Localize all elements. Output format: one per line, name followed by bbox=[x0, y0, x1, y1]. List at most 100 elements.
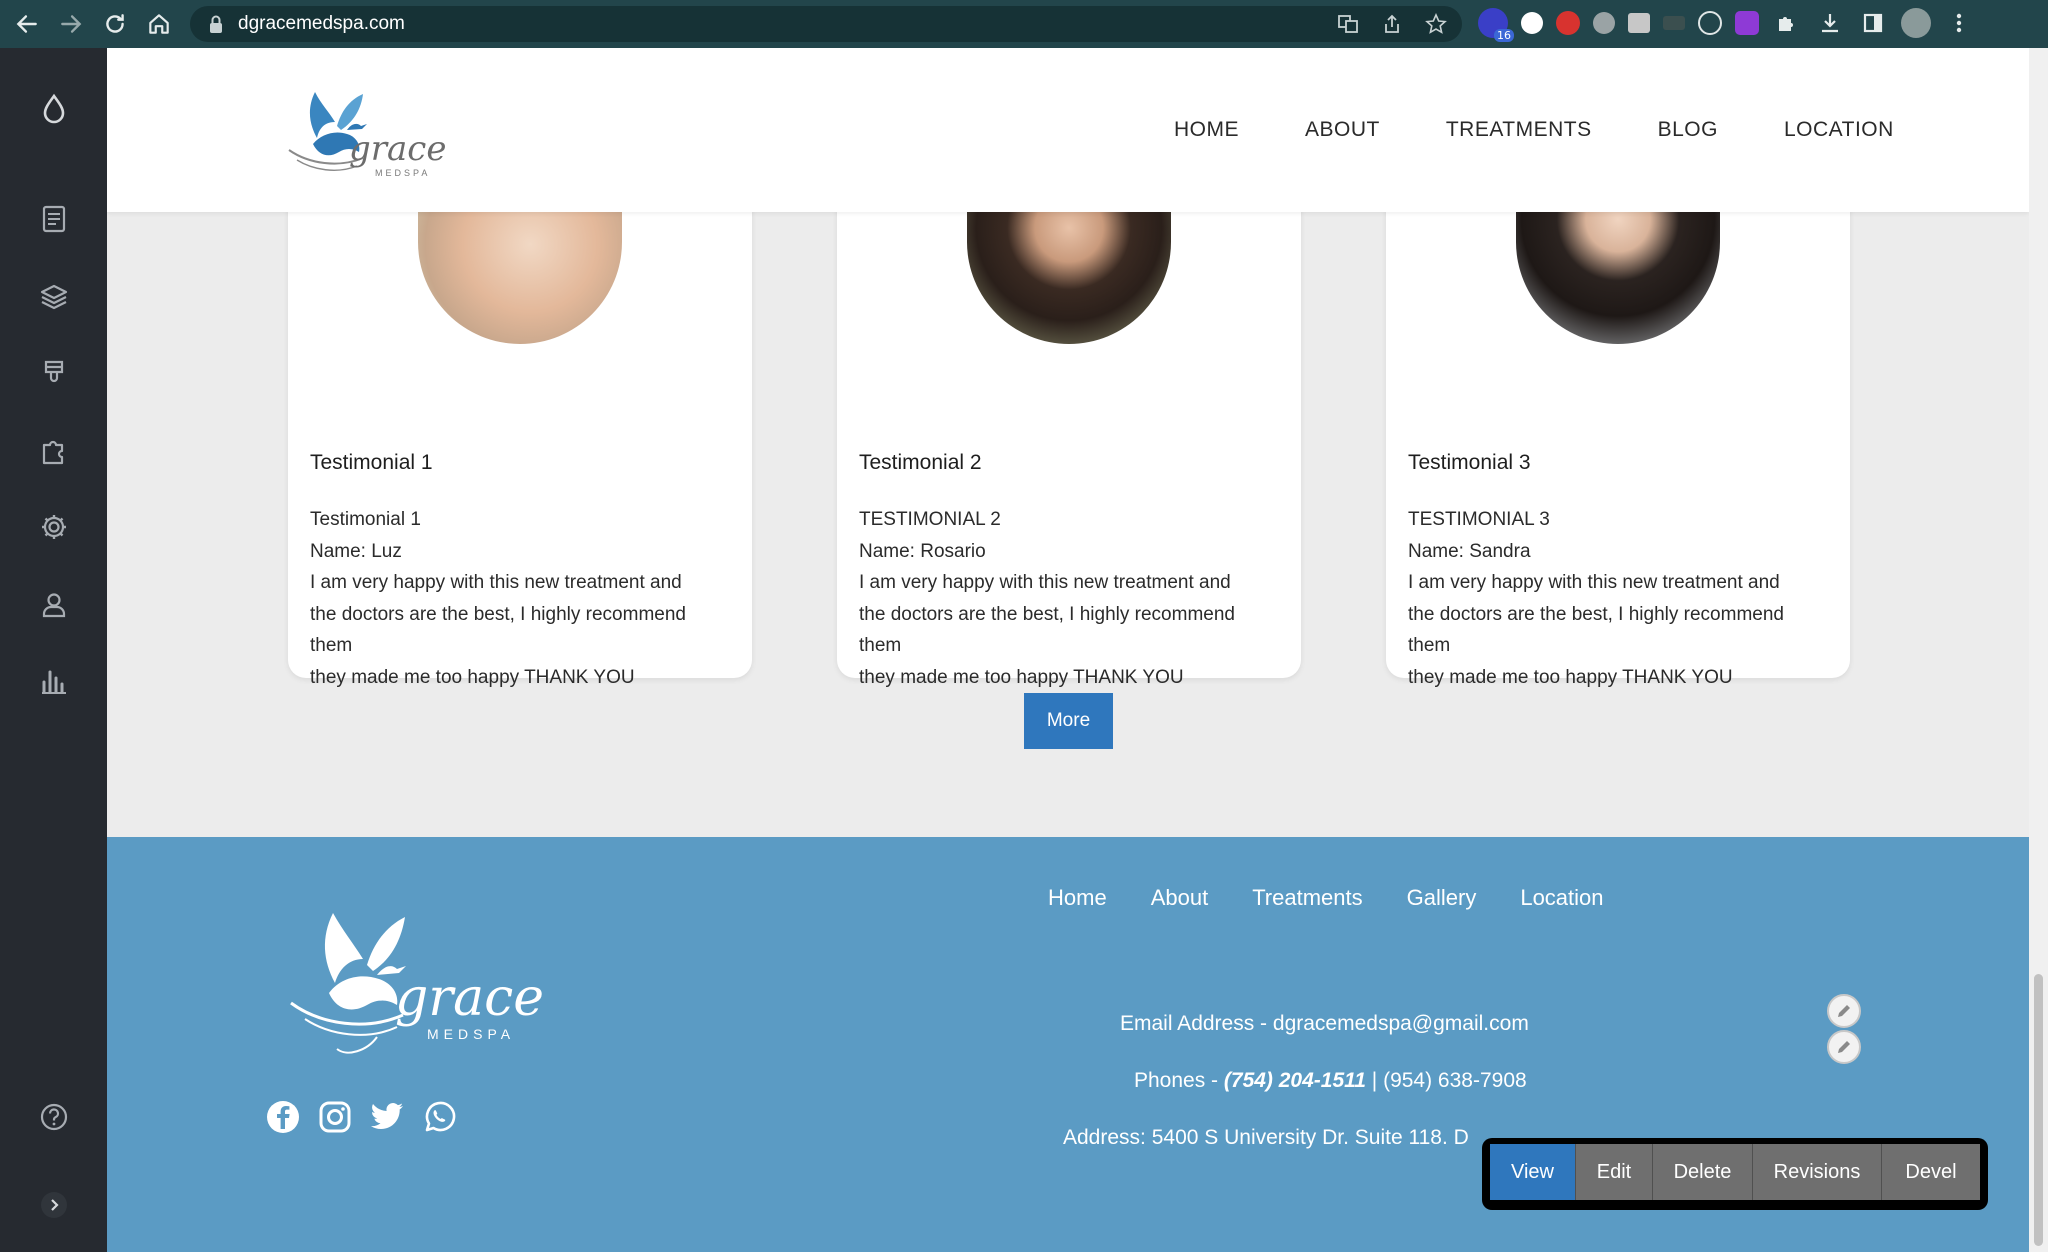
testimonial-title: Testimonial 2 bbox=[859, 451, 982, 474]
more-button[interactable]: More bbox=[1024, 693, 1113, 749]
dgrace-logo[interactable]: grace MEDSPA bbox=[277, 68, 457, 198]
reload-button[interactable] bbox=[94, 3, 136, 45]
lock-icon bbox=[210, 15, 222, 33]
bookmark-star-icon[interactable] bbox=[1424, 12, 1448, 36]
forward-button[interactable] bbox=[50, 3, 92, 45]
footer-phones: Phones - (754) 204-1511 | (954) 638-7908 bbox=[1134, 1069, 1527, 1093]
footer-email[interactable]: Email Address - dgracemedspa@gmail.com bbox=[1120, 1012, 1529, 1036]
address-bar[interactable]: dgracemedspa.com bbox=[190, 6, 1462, 42]
footer-nav-location[interactable]: Location bbox=[1520, 885, 1603, 911]
svg-text:MEDSPA: MEDSPA bbox=[375, 168, 430, 178]
translate-icon[interactable] bbox=[1336, 12, 1360, 36]
drop-icon[interactable] bbox=[0, 82, 107, 136]
testimonial-line: them bbox=[310, 635, 353, 656]
back-button[interactable] bbox=[6, 3, 48, 45]
chevron-right-icon[interactable] bbox=[0, 1178, 107, 1232]
tab-devel[interactable]: Devel bbox=[1882, 1144, 1980, 1200]
testimonial-line: Testimonial 1 bbox=[310, 509, 421, 530]
website-viewport: Testimonial 1 Testimonial 1 Name: Luz I … bbox=[107, 48, 2029, 1252]
testimonial-line: I am very happy with this new treatment … bbox=[859, 572, 1231, 593]
bar-chart-icon[interactable] bbox=[0, 654, 107, 708]
user-icon[interactable] bbox=[0, 578, 107, 632]
brush-icon[interactable] bbox=[0, 346, 107, 400]
footer-nav-about[interactable]: About bbox=[1151, 885, 1209, 911]
whatsapp-icon[interactable] bbox=[421, 1099, 457, 1135]
profile-avatar[interactable] bbox=[1901, 8, 1931, 38]
testimonial-line: they made me too happy THANK YOU bbox=[859, 666, 1184, 688]
testimonial-line: they made me too happy THANK YOU bbox=[1408, 666, 1733, 688]
tab-view[interactable]: View bbox=[1490, 1144, 1576, 1200]
svg-text:MEDSPA: MEDSPA bbox=[427, 1026, 515, 1042]
testimonial-card: Testimonial 1 Testimonial 1 Name: Luz I … bbox=[288, 158, 752, 688]
pencil-icon bbox=[1838, 1041, 1850, 1053]
svg-text:grace: grace bbox=[349, 129, 446, 169]
testimonial-line: Name: Rosario bbox=[859, 540, 986, 562]
testimonial-line: the doctors are the best, I highly recom… bbox=[310, 603, 686, 625]
extension-icon[interactable]: 16 bbox=[1478, 8, 1514, 42]
puzzle-icon[interactable] bbox=[0, 424, 107, 478]
edit-pencil-button[interactable] bbox=[1827, 994, 1861, 1028]
testimonial-body: TESTIMONIAL 3 Name: Sandra I am very hap… bbox=[1408, 504, 1838, 693]
testimonial-line: them bbox=[859, 635, 902, 656]
browser-toolbar: dgracemedspa.com 16 bbox=[0, 0, 2048, 48]
help-icon[interactable] bbox=[0, 1090, 107, 1144]
footer-nav: Home About Treatments Gallery Location bbox=[1048, 885, 1648, 911]
more-vert-icon[interactable] bbox=[1944, 8, 1974, 38]
nav-location[interactable]: LOCATION bbox=[1784, 118, 1894, 142]
extension-icon[interactable] bbox=[1628, 13, 1650, 33]
testimonial-card: Testimonial 3 TESTIMONIAL 3 Name: Sandra… bbox=[1386, 158, 1850, 688]
layers-icon[interactable] bbox=[0, 270, 107, 324]
tab-revisions[interactable]: Revisions bbox=[1753, 1144, 1882, 1200]
nav-about[interactable]: ABOUT bbox=[1305, 118, 1380, 142]
home-icon bbox=[149, 14, 169, 34]
phone-primary[interactable]: (754) 204-1511 bbox=[1224, 1069, 1366, 1092]
testimonial-line: TESTIMONIAL 2 bbox=[859, 509, 1001, 530]
url-text: dgracemedspa.com bbox=[238, 13, 405, 34]
social-links bbox=[265, 1099, 457, 1135]
puzzle-icon[interactable] bbox=[1772, 8, 1802, 38]
extension-icon[interactable] bbox=[1663, 16, 1685, 30]
instagram-icon[interactable] bbox=[317, 1099, 353, 1135]
phone-separator: | bbox=[1365, 1069, 1384, 1092]
page-scrollbar[interactable] bbox=[2029, 48, 2048, 1252]
testimonial-line: I am very happy with this new treatment … bbox=[1408, 572, 1780, 593]
extension-gear-icon[interactable] bbox=[1593, 12, 1615, 34]
testimonial-line: Name: Luz bbox=[310, 540, 402, 562]
home-button[interactable] bbox=[138, 3, 180, 45]
footer-nav-gallery[interactable]: Gallery bbox=[1407, 885, 1477, 911]
footer-nav-treatments[interactable]: Treatments bbox=[1252, 885, 1362, 911]
tab-edit[interactable]: Edit bbox=[1576, 1144, 1653, 1200]
site-header: grace MEDSPA HOME ABOUT TREATMENTS BLOG … bbox=[107, 48, 2029, 212]
document-icon[interactable] bbox=[0, 192, 107, 246]
testimonial-title: Testimonial 1 bbox=[310, 451, 433, 474]
scrollbar-thumb[interactable] bbox=[2034, 974, 2043, 1246]
share-icon[interactable] bbox=[1380, 12, 1404, 36]
footer-address: Address: 5400 S University Dr. Suite 118… bbox=[1063, 1126, 1469, 1149]
testimonial-line: Name: Sandra bbox=[1408, 540, 1531, 562]
nav-home[interactable]: HOME bbox=[1174, 118, 1239, 142]
download-icon[interactable] bbox=[1815, 8, 1845, 38]
main-nav: HOME ABOUT TREATMENTS BLOG LOCATION bbox=[1174, 118, 1960, 142]
nav-blog[interactable]: BLOG bbox=[1658, 118, 1718, 142]
nav-treatments[interactable]: TREATMENTS bbox=[1446, 118, 1592, 142]
facebook-icon[interactable] bbox=[265, 1099, 301, 1135]
extension-atom-icon[interactable] bbox=[1698, 11, 1722, 35]
tab-delete[interactable]: Delete bbox=[1653, 1144, 1753, 1200]
extension-icon[interactable] bbox=[1735, 11, 1759, 35]
extension-icon[interactable] bbox=[1521, 12, 1543, 34]
footer-nav-home[interactable]: Home bbox=[1048, 885, 1107, 911]
gear-icon[interactable] bbox=[0, 500, 107, 554]
testimonial-body: Testimonial 1 Name: Luz I am very happy … bbox=[310, 504, 740, 693]
testimonial-line: I am very happy with this new treatment … bbox=[310, 572, 682, 593]
extension-icon[interactable] bbox=[1556, 11, 1580, 35]
edit-pencil-button[interactable] bbox=[1827, 1030, 1861, 1064]
svg-text:grace: grace bbox=[395, 968, 544, 1028]
dgrace-footer-logo[interactable]: grace MEDSPA bbox=[277, 887, 567, 1087]
testimonial-line: them bbox=[1408, 635, 1451, 656]
phone-secondary[interactable]: (954) 638-7908 bbox=[1383, 1069, 1527, 1092]
twitter-icon[interactable] bbox=[369, 1099, 405, 1135]
testimonial-line: they made me too happy THANK YOU bbox=[310, 666, 635, 688]
admin-local-tasks: View Edit Delete Revisions Devel bbox=[1482, 1138, 1988, 1210]
side-panel-icon[interactable] bbox=[1858, 8, 1888, 38]
testimonial-title: Testimonial 3 bbox=[1408, 451, 1531, 474]
